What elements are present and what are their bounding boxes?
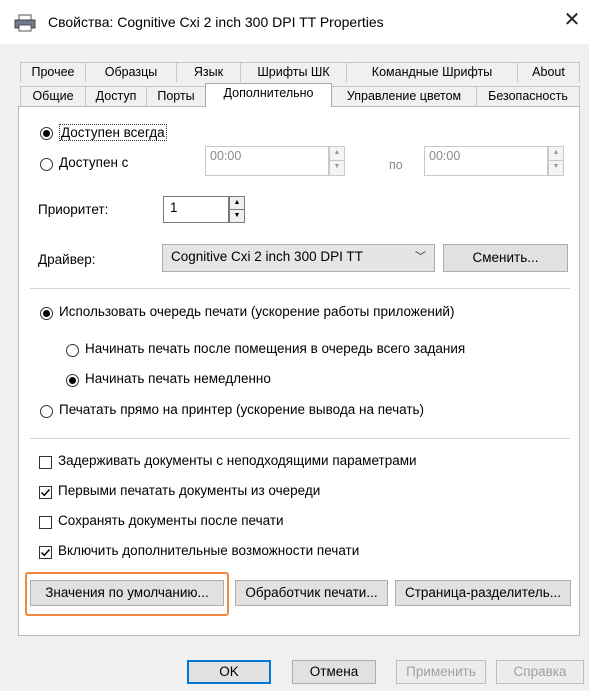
start-immediately-label: Начинать печать немедленно (85, 371, 271, 386)
spin-up-icon[interactable]: ▲ (330, 147, 344, 161)
tab-security[interactable]: Безопасность (476, 86, 580, 106)
spin-down-icon[interactable]: ▼ (330, 161, 344, 175)
driver-selected-value: Cognitive Cxi 2 inch 300 DPI TT (171, 249, 363, 264)
to-time-field[interactable]: 00:00 (424, 146, 548, 176)
spin-down-icon[interactable]: ▼ (230, 210, 244, 223)
driver-label: Драйвер: (38, 252, 96, 267)
checkmark-icon (41, 549, 51, 557)
use-spooler-label: Использовать очередь печати (ускорение р… (59, 304, 455, 319)
priority-spinner[interactable]: ▲ ▼ (229, 196, 245, 223)
divider (30, 288, 570, 289)
help-button[interactable]: Справка (496, 660, 584, 684)
advanced-features-label: Включить дополнительные возможности печа… (58, 543, 360, 558)
tab-ports[interactable]: Порты (146, 86, 206, 106)
close-icon[interactable]: ✕ (560, 8, 584, 32)
available-from-label: Доступен с (59, 155, 129, 170)
tab-barcode-fonts[interactable]: Шрифты ШК (240, 62, 347, 82)
checkbox-advanced-features[interactable] (39, 546, 52, 559)
priority-field[interactable]: 1 (163, 196, 229, 223)
to-time-spinner[interactable]: ▲ ▼ (548, 146, 564, 176)
from-time-spinner[interactable]: ▲ ▼ (329, 146, 345, 176)
print-processor-button[interactable]: Обработчик печати... (235, 580, 388, 606)
tab-advanced[interactable]: Дополнительно (205, 83, 332, 107)
radio-start-immediately[interactable] (66, 374, 79, 387)
apply-button[interactable]: Применить (396, 660, 486, 684)
priority-label: Приоритет: (38, 202, 109, 217)
cancel-button[interactable]: Отмена (292, 660, 376, 684)
to-label: по (389, 158, 403, 172)
radio-print-direct[interactable] (40, 405, 53, 418)
checkbox-spooled-first[interactable] (39, 486, 52, 499)
start-after-spooled-label: Начинать печать после помещения в очеред… (85, 341, 466, 356)
spin-up-icon[interactable]: ▲ (549, 147, 563, 161)
radio-start-after-spooled[interactable] (66, 344, 79, 357)
always-available-label: Доступен всегда (59, 124, 167, 141)
separator-page-button[interactable]: Страница-разделитель... (395, 580, 571, 606)
checkbox-keep-printed[interactable] (39, 516, 52, 529)
radio-use-spooler[interactable] (40, 307, 53, 320)
tab-command-fonts[interactable]: Командные Шрифты (346, 62, 518, 82)
tab-samples[interactable]: Образцы (85, 62, 177, 82)
change-driver-button[interactable]: Сменить... (443, 244, 568, 272)
divider (30, 438, 570, 439)
tab-sharing[interactable]: Доступ (85, 86, 147, 106)
radio-available-from[interactable] (40, 158, 53, 171)
defaults-button[interactable]: Значения по умолчанию... (30, 580, 224, 606)
spooled-first-label: Первыми печатать документы из очереди (58, 483, 321, 498)
spin-up-icon[interactable]: ▲ (230, 197, 244, 210)
printer-icon (14, 14, 36, 32)
window-title: Свойства: Cognitive Cxi 2 inch 300 DPI T… (48, 14, 384, 30)
tab-about[interactable]: About (517, 62, 580, 82)
chevron-down-icon: ﹀ (415, 251, 426, 263)
from-time-field[interactable]: 00:00 (205, 146, 329, 176)
tab-other[interactable]: Прочее (20, 62, 86, 82)
radio-always-available[interactable] (40, 127, 53, 140)
ok-button[interactable]: OK (187, 660, 271, 684)
driver-select[interactable]: Cognitive Cxi 2 inch 300 DPI TT ﹀ (162, 244, 435, 272)
spin-down-icon[interactable]: ▼ (549, 161, 563, 175)
checkbox-hold-mismatched[interactable] (39, 456, 52, 469)
checkmark-icon (41, 489, 51, 497)
tab-general[interactable]: Общие (20, 86, 86, 106)
tab-color-management[interactable]: Управление цветом (331, 86, 477, 106)
print-direct-label: Печатать прямо на принтер (ускорение выв… (59, 402, 425, 417)
hold-mismatched-label: Задерживать документы с неподходящими па… (58, 453, 417, 468)
keep-printed-label: Сохранять документы после печати (58, 513, 284, 528)
tab-language[interactable]: Язык (176, 62, 241, 82)
